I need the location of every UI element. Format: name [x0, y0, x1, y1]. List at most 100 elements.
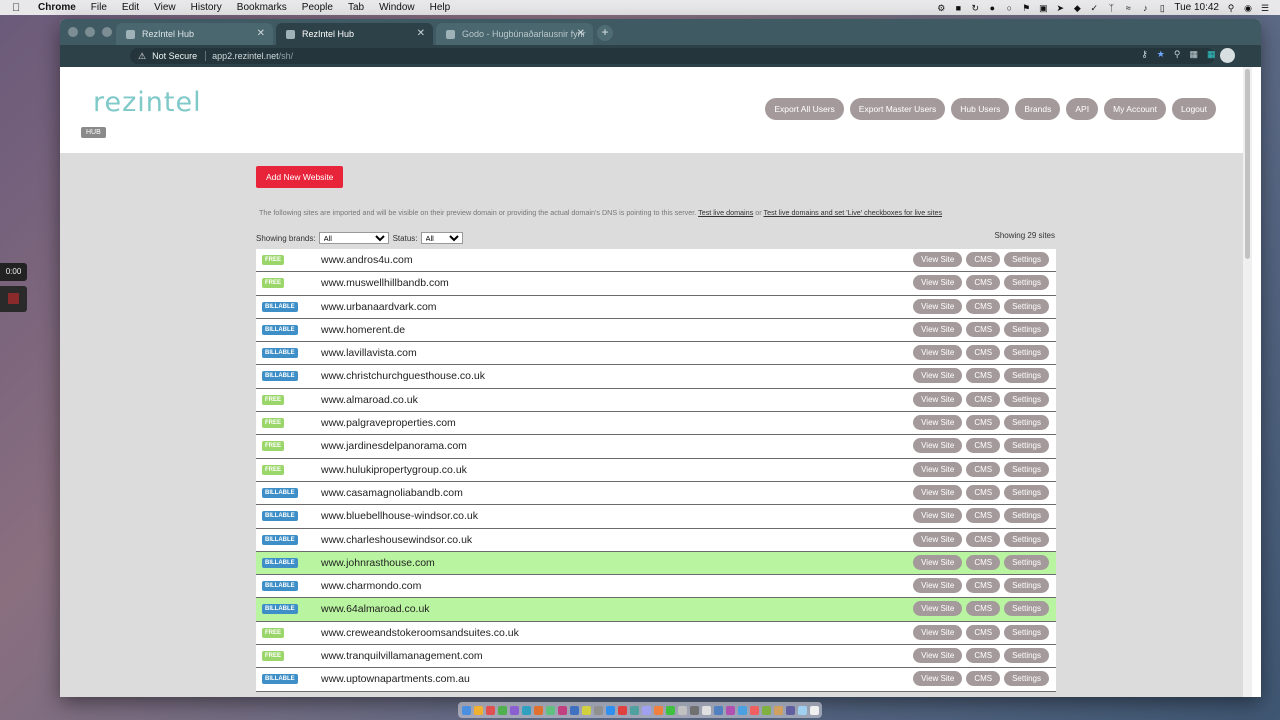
- menu-edit[interactable]: Edit: [122, 2, 139, 13]
- view-site-button[interactable]: View Site: [913, 345, 963, 361]
- user-icon[interactable]: ◉: [1243, 3, 1253, 13]
- tab-godo[interactable]: Godo - Hugbúnaðarlausnir fyrir ✕: [436, 23, 593, 45]
- settings-button[interactable]: Settings: [1004, 624, 1049, 640]
- view-site-button[interactable]: View Site: [913, 648, 963, 664]
- dock-app-icon[interactable]: [714, 705, 723, 715]
- add-new-website-button[interactable]: Add New Website: [256, 166, 344, 188]
- view-site-button[interactable]: View Site: [913, 484, 963, 500]
- tab-rezintel-hub-2[interactable]: RezIntel Hub ✕: [276, 23, 433, 45]
- settings-button[interactable]: Settings: [1004, 508, 1049, 524]
- view-site-button[interactable]: View Site: [913, 601, 963, 617]
- settings-button[interactable]: Settings: [1004, 578, 1049, 594]
- volume-icon[interactable]: ♪: [1140, 3, 1150, 13]
- cms-button[interactable]: CMS: [966, 252, 1001, 267]
- menu-app-name[interactable]: Chrome: [38, 2, 76, 13]
- dock-app-icon[interactable]: [558, 705, 567, 715]
- view-site-button[interactable]: View Site: [913, 298, 963, 314]
- dock-app-icon[interactable]: [486, 705, 495, 715]
- dock-app-icon[interactable]: [666, 705, 675, 715]
- camera-icon[interactable]: ■: [953, 3, 963, 13]
- test-live-domains-link[interactable]: Test live domains: [698, 208, 753, 217]
- close-tab-icon[interactable]: ✕: [257, 28, 265, 39]
- view-site-button[interactable]: View Site: [913, 415, 963, 431]
- cms-button[interactable]: CMS: [966, 531, 1001, 547]
- dock-app-icon[interactable]: [726, 705, 735, 715]
- cms-button[interactable]: CMS: [966, 391, 1001, 407]
- view-site-button[interactable]: View Site: [913, 671, 963, 687]
- view-site-button[interactable]: View Site: [913, 461, 963, 477]
- view-site-button[interactable]: View Site: [913, 554, 963, 570]
- settings-button[interactable]: Settings: [1004, 531, 1049, 547]
- dock-app-icon[interactable]: [498, 705, 507, 715]
- view-site-button[interactable]: View Site: [913, 391, 963, 407]
- settings-button[interactable]: Settings: [1004, 484, 1049, 500]
- settings-button[interactable]: Settings: [1004, 391, 1049, 407]
- view-site-button[interactable]: View Site: [913, 368, 963, 384]
- scrollbar-thumb[interactable]: [1245, 69, 1250, 259]
- check-icon[interactable]: ✓: [1089, 3, 1099, 13]
- settings-button[interactable]: Settings: [1004, 345, 1049, 361]
- export-master-users-button[interactable]: Export Master Users: [849, 98, 946, 120]
- dock-app-icon[interactable]: [546, 705, 555, 715]
- cms-button[interactable]: CMS: [966, 321, 1001, 337]
- cms-button[interactable]: CMS: [966, 648, 1001, 664]
- dock-app-icon[interactable]: [474, 705, 483, 715]
- minimize-window-button[interactable]: [85, 27, 95, 37]
- menu-people[interactable]: People: [302, 2, 333, 13]
- settings-button[interactable]: Settings: [1004, 671, 1049, 687]
- dock-app-icon[interactable]: [702, 705, 711, 715]
- view-site-button[interactable]: View Site: [913, 624, 963, 640]
- stop-recording-button[interactable]: [0, 286, 27, 312]
- menu-file[interactable]: File: [91, 2, 107, 13]
- page-scrollbar[interactable]: [1243, 67, 1252, 697]
- new-tab-button[interactable]: +: [597, 25, 613, 41]
- apple-icon[interactable]: : [12, 2, 24, 14]
- maximize-window-button[interactable]: [102, 27, 112, 37]
- hub-users-button[interactable]: Hub Users: [951, 98, 1010, 120]
- settings-button[interactable]: Settings: [1004, 298, 1049, 314]
- cms-button[interactable]: CMS: [966, 461, 1001, 477]
- cms-button[interactable]: CMS: [966, 345, 1001, 361]
- cms-button[interactable]: CMS: [966, 368, 1001, 384]
- cms-button[interactable]: CMS: [966, 275, 1001, 291]
- settings-button[interactable]: Settings: [1004, 275, 1049, 291]
- menu-tab[interactable]: Tab: [348, 2, 364, 13]
- view-site-button[interactable]: View Site: [913, 578, 963, 594]
- script-icon[interactable]: ○: [1004, 3, 1014, 13]
- warning-icon[interactable]: ⚠: [138, 51, 146, 62]
- view-site-button[interactable]: View Site: [913, 275, 963, 291]
- dock-app-icon[interactable]: [462, 705, 471, 715]
- sync-icon[interactable]: ↻: [970, 3, 980, 13]
- security-label[interactable]: Not Secure: [152, 51, 197, 61]
- logout-button[interactable]: Logout: [1172, 98, 1216, 120]
- dock-app-icon[interactable]: [738, 705, 747, 715]
- dock-app-icon[interactable]: [798, 705, 807, 715]
- arrow-icon[interactable]: ➤: [1055, 3, 1065, 13]
- cms-button[interactable]: CMS: [966, 438, 1001, 454]
- view-site-button[interactable]: View Site: [913, 508, 963, 524]
- my-account-button[interactable]: My Account: [1104, 98, 1166, 120]
- url-field[interactable]: ⚠ Not Secure app2.rezintel.net /sh/: [130, 48, 1215, 64]
- menu-view[interactable]: View: [154, 2, 176, 13]
- dock-app-icon[interactable]: [570, 705, 579, 715]
- bluetooth-icon[interactable]: ᛉ: [1106, 3, 1116, 13]
- tab-rezintel-hub-1[interactable]: RezIntel Hub ✕: [116, 23, 273, 45]
- close-tab-icon[interactable]: ✕: [417, 28, 425, 39]
- search-icon[interactable]: ⚲: [1174, 49, 1181, 60]
- dock-app-icon[interactable]: [522, 705, 531, 715]
- settings-button[interactable]: Settings: [1004, 601, 1049, 617]
- close-window-button[interactable]: [68, 27, 78, 37]
- test-and-set-live-link[interactable]: Test live domains and set 'Live' checkbo…: [764, 208, 943, 217]
- dock-app-icon[interactable]: [750, 705, 759, 715]
- cms-button[interactable]: CMS: [966, 624, 1001, 640]
- key-icon[interactable]: ⚷: [1141, 49, 1148, 60]
- menubar-clock[interactable]: Tue 10:42: [1174, 2, 1219, 13]
- settings-button[interactable]: Settings: [1004, 438, 1049, 454]
- dock-app-icon[interactable]: [618, 705, 627, 715]
- cms-button[interactable]: CMS: [966, 671, 1001, 687]
- settings-button[interactable]: Settings: [1004, 368, 1049, 384]
- gear-icon[interactable]: ⚙: [936, 3, 946, 13]
- cms-button[interactable]: CMS: [966, 578, 1001, 594]
- settings-button[interactable]: Settings: [1004, 554, 1049, 570]
- box-icon[interactable]: ▣: [1038, 3, 1048, 13]
